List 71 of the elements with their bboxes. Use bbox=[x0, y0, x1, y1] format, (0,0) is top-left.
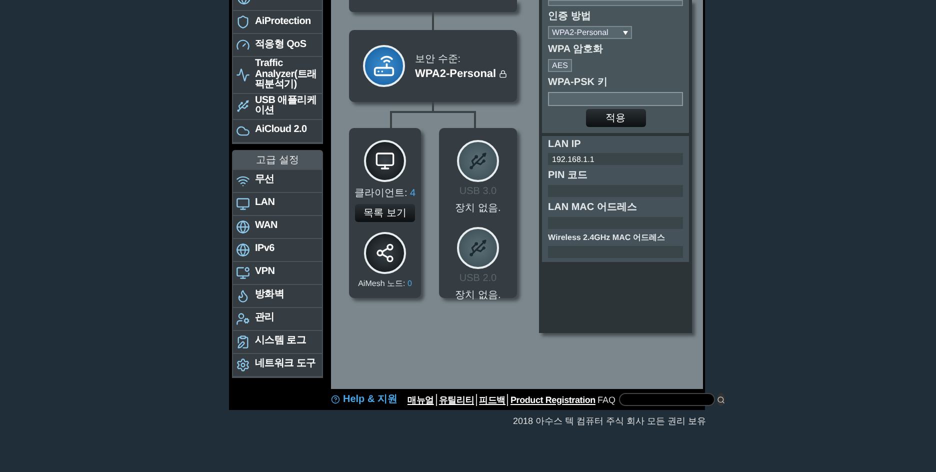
field-label: 인증 방법 bbox=[548, 10, 592, 23]
menu-item[interactable]: LAN bbox=[233, 192, 322, 216]
faq-search-field[interactable] bbox=[618, 393, 714, 406]
menu-item[interactable]: 네트워크 도구 bbox=[233, 354, 322, 376]
footer-link[interactable]: 매뉴얼 bbox=[405, 394, 436, 406]
encryption-select[interactable]: AES bbox=[548, 59, 572, 72]
auth-method-select[interactable]: WPA2-Personal bbox=[548, 26, 632, 39]
menu-item[interactable]: 시스템 로그 bbox=[233, 330, 322, 354]
faq-label: FAQ bbox=[597, 394, 616, 404]
info-label: LAN MAC 어드레스 bbox=[548, 201, 638, 214]
usb-icon bbox=[468, 151, 488, 171]
menu-item[interactable]: USB 애플리케이션 bbox=[233, 94, 322, 120]
router-button[interactable] bbox=[363, 45, 405, 87]
section-header: 고급 설정 bbox=[232, 150, 323, 170]
info-label: LAN IP bbox=[548, 139, 582, 150]
search-button[interactable] bbox=[716, 393, 724, 406]
usb-status: 장치 없음. bbox=[455, 202, 501, 215]
monitor-icon bbox=[375, 151, 395, 171]
info-value: 192.168.1.1 bbox=[548, 153, 683, 165]
menu-item[interactable]: 적응형 QoS bbox=[233, 34, 322, 57]
clients-button[interactable] bbox=[364, 140, 406, 182]
clipboard-icon bbox=[236, 334, 250, 348]
info-label: PIN 코드 bbox=[548, 169, 588, 182]
menu-item[interactable]: 방화벽 bbox=[233, 284, 322, 308]
copyright-text: 2018 아수스 텍 컴퓨터 주식 회사 모든 권리 보유 bbox=[512, 416, 706, 426]
settings-icon bbox=[236, 358, 250, 372]
menu-item[interactable]: AiProtection bbox=[233, 11, 322, 34]
menu-item[interactable]: IPv6 bbox=[233, 238, 322, 262]
menu-item[interactable]: AiCloud 2.0 bbox=[233, 120, 322, 142]
gauge-icon bbox=[236, 38, 250, 52]
mesh-icon bbox=[375, 243, 395, 263]
menu-item[interactable]: VPN bbox=[233, 262, 322, 284]
mesh-count: AiMesh 노드: 0 bbox=[358, 278, 412, 289]
usb-button[interactable] bbox=[457, 227, 499, 269]
menu-item[interactable]: 관리 bbox=[233, 308, 322, 330]
person-gear-icon bbox=[236, 312, 250, 326]
monitor-icon bbox=[236, 266, 250, 280]
router-icon bbox=[373, 55, 395, 77]
wave-icon bbox=[236, 68, 250, 82]
lock-icon bbox=[499, 70, 508, 78]
view-list-button[interactable]: 목록 보기 bbox=[355, 204, 415, 222]
cloud-icon bbox=[236, 124, 250, 138]
globe-icon bbox=[236, 220, 250, 234]
shield-icon bbox=[236, 15, 250, 29]
apply-button[interactable]: 적용 bbox=[586, 109, 646, 127]
footer-link[interactable]: Product Registration bbox=[507, 394, 598, 406]
monitor-icon bbox=[236, 196, 250, 210]
menu-item[interactable]: Traffic Analyzer(트래픽분석기) bbox=[233, 57, 322, 94]
menu-item[interactable]: 무선 bbox=[233, 170, 322, 192]
flame-icon bbox=[236, 288, 250, 302]
menu-item[interactable]: WAN bbox=[233, 216, 322, 238]
usb-icon bbox=[236, 99, 250, 113]
wifi-icon bbox=[236, 174, 250, 188]
footer-link[interactable]: 피드백 bbox=[476, 394, 508, 406]
info-label: Wireless 2.4GHz MAC 어드레스 bbox=[548, 232, 666, 243]
usb-icon bbox=[468, 238, 488, 258]
psk-key-field[interactable] bbox=[548, 92, 683, 106]
security-label: 보안 수준: bbox=[415, 53, 462, 66]
field-label: WPA 암호화 bbox=[548, 43, 604, 56]
field-label: WPA-PSK 키 bbox=[548, 76, 608, 89]
usb-button[interactable] bbox=[457, 140, 499, 182]
footer-link[interactable]: 유틸리티 bbox=[436, 394, 476, 406]
caret-icon bbox=[623, 30, 628, 34]
network-name-field[interactable] bbox=[548, 0, 683, 6]
help-link[interactable]: Help & 지원 bbox=[331, 394, 398, 406]
mesh-button[interactable] bbox=[364, 232, 406, 274]
usb-status: 장치 없음. bbox=[455, 289, 501, 302]
security-value: WPA2-Personal bbox=[415, 68, 508, 80]
globe-icon bbox=[236, 242, 250, 256]
help-icon bbox=[331, 395, 340, 404]
clients-count: 클라이언트: 4 bbox=[354, 187, 416, 200]
